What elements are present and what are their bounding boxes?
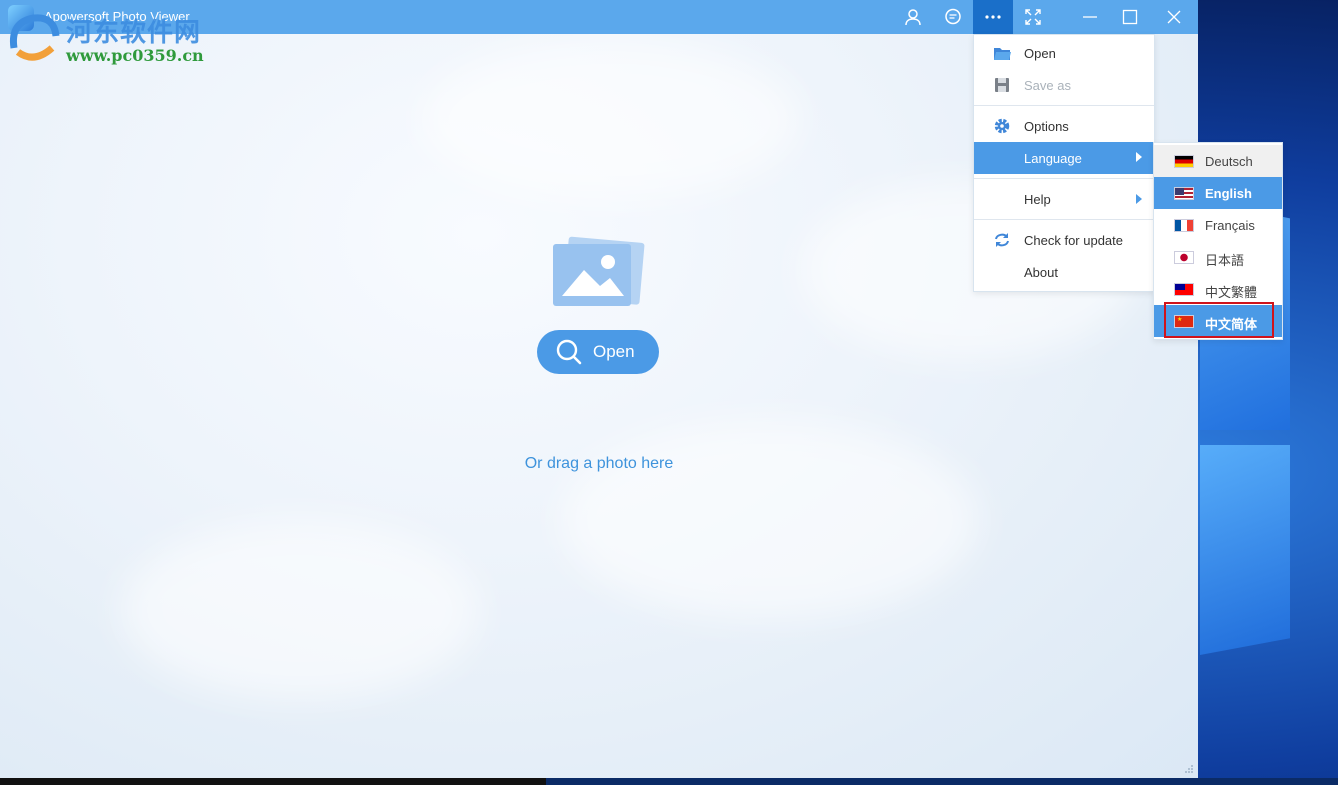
open-button-label: Open — [593, 342, 635, 361]
gear-icon — [993, 118, 1011, 134]
open-button[interactable]: Open — [537, 330, 659, 374]
menu-item-label: Options — [1024, 118, 1069, 134]
window-title: Apowersoft Photo Viewer — [44, 9, 190, 24]
france-flag-icon — [1174, 219, 1194, 232]
japan-flag-icon — [1174, 251, 1194, 264]
language-label: 中文繁體 — [1205, 285, 1258, 300]
menu-item-label: Save as — [1024, 77, 1071, 93]
submenu-arrow-icon — [1136, 194, 1142, 204]
more-menu: Open Save as Options Language Help Check… — [973, 34, 1155, 292]
language-item-simplified-chinese[interactable]: ★ 中文简体 — [1154, 305, 1282, 337]
menu-item-options[interactable]: Options — [974, 111, 1154, 141]
photo-placeholder-icon — [553, 236, 645, 306]
taskbar — [0, 778, 1338, 785]
feedback-icon[interactable] — [933, 0, 973, 34]
language-item-francais[interactable]: Français — [1154, 209, 1282, 241]
watermark-url: www.pc0359.cn — [66, 46, 204, 65]
resize-grip-icon[interactable] — [1184, 764, 1194, 774]
language-item-traditional-chinese[interactable]: 中文繁體 — [1154, 273, 1282, 305]
menu-item-label: Open — [1024, 45, 1056, 61]
language-item-english[interactable]: English — [1154, 177, 1282, 209]
minimize-icon[interactable] — [1070, 0, 1110, 34]
menu-item-language[interactable]: Language — [974, 142, 1154, 174]
refresh-icon — [993, 232, 1011, 248]
submenu-arrow-icon — [1136, 152, 1142, 162]
app-logo-icon — [8, 5, 34, 31]
menu-item-help[interactable]: Help — [974, 184, 1154, 214]
drag-hint: Or drag a photo here — [524, 455, 674, 472]
fullscreen-icon[interactable] — [1013, 0, 1053, 34]
menu-item-open[interactable]: Open — [974, 38, 1154, 68]
search-icon — [555, 338, 583, 366]
usa-flag-icon — [1174, 187, 1194, 200]
germany-flag-icon — [1174, 155, 1194, 168]
windows-logo-pane — [1200, 445, 1290, 655]
language-item-japanese[interactable]: 日本語 — [1154, 241, 1282, 273]
save-icon — [993, 77, 1011, 93]
language-label: English — [1205, 186, 1252, 201]
china-flag-icon: ★ — [1174, 315, 1194, 328]
folder-icon — [993, 45, 1011, 61]
language-label: Français — [1205, 218, 1255, 233]
language-label: 中文简体 — [1205, 317, 1258, 332]
more-icon[interactable] — [973, 0, 1013, 34]
title-bar[interactable]: Apowersoft Photo Viewer — [0, 0, 1198, 34]
menu-item-label: Language — [1024, 150, 1082, 166]
menu-item-label: Help — [1024, 191, 1051, 207]
language-label: Deutsch — [1205, 154, 1253, 169]
menu-item-about[interactable]: About — [974, 257, 1154, 287]
menu-item-label: Check for update — [1024, 232, 1124, 248]
menu-item-label: About — [1024, 264, 1058, 280]
language-label: 日本語 — [1205, 253, 1245, 268]
language-submenu: Deutsch English Français 日本語 中文繁體 ★ 中文简体 — [1153, 142, 1283, 340]
close-icon[interactable] — [1154, 0, 1194, 34]
user-icon[interactable] — [893, 0, 933, 34]
taiwan-flag-icon — [1174, 283, 1194, 296]
maximize-icon[interactable] — [1110, 0, 1150, 34]
menu-item-save-as[interactable]: Save as — [974, 70, 1154, 100]
menu-item-check-update[interactable]: Check for update — [974, 225, 1154, 255]
language-item-deutsch[interactable]: Deutsch — [1154, 145, 1282, 177]
